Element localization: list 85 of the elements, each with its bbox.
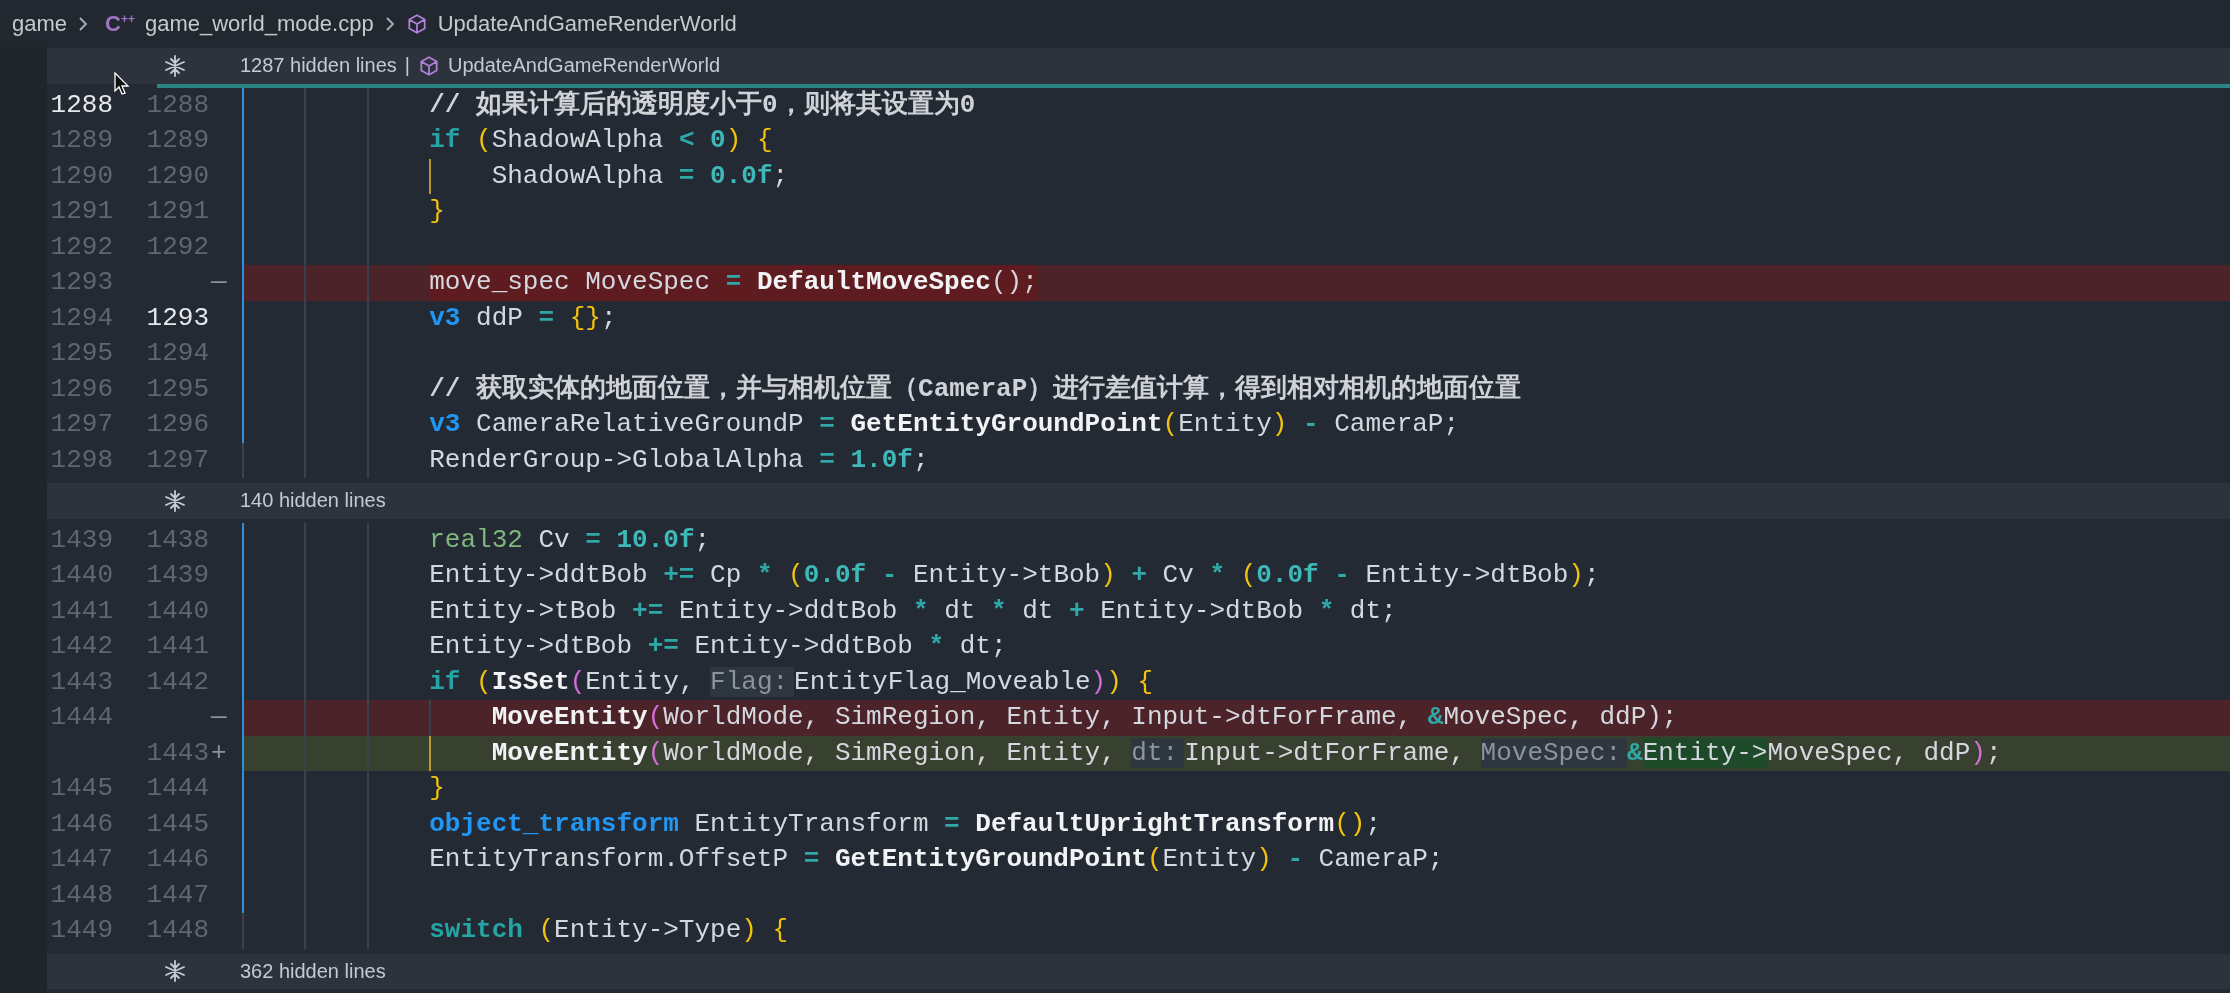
code-line: if (IsSet(Entity, Flag: EntityFlag_Moveable)) { bbox=[429, 665, 1153, 699]
line-number: 1441 bbox=[145, 630, 209, 663]
line-number: 1296 bbox=[49, 372, 113, 406]
change-marker: — bbox=[210, 701, 228, 734]
folded-region-bar[interactable]: 140 hidden lines bbox=[47, 483, 2230, 519]
line-number: 1289 bbox=[145, 124, 209, 157]
line-number: 1444 bbox=[145, 772, 209, 805]
line-number: 1439 bbox=[145, 559, 209, 592]
hidden-lines-label: 140 hidden lines bbox=[240, 489, 386, 513]
line-number: 1296 bbox=[145, 408, 209, 441]
line-number: 1289 bbox=[49, 124, 113, 157]
line-number: 1291 bbox=[145, 195, 209, 228]
line-number: 1446 bbox=[145, 843, 209, 876]
cpp-file-icon: C$^{++}$ bbox=[105, 10, 135, 37]
line-number: 1442 bbox=[49, 630, 113, 663]
code-line: MoveEntity(WorldMode, SimRegion, Entity, Input->dtForFrame, &MoveSpec, ddP); bbox=[491, 701, 1678, 734]
code-line: ShadowAlpha = 0.0f; bbox=[491, 159, 789, 193]
unfold-icon[interactable] bbox=[163, 53, 187, 78]
code-line: object_transform EntityTransform = DefaultUprightTransform(); bbox=[429, 807, 1381, 841]
separator: | bbox=[404, 54, 410, 78]
line-number: 1438 bbox=[145, 523, 209, 557]
line-number: 1294 bbox=[49, 301, 113, 335]
line-number: 1444 bbox=[49, 701, 113, 734]
line-number: 1297 bbox=[145, 443, 209, 477]
line-number: 1288 bbox=[49, 88, 113, 122]
change-marker: + bbox=[210, 736, 228, 770]
code-line: v3 CameraRelativeGroundP = GetEntityGroundPoint(Entity) - CameraP; bbox=[429, 408, 1460, 441]
code-line: EntityTransform.OffsetP = GetEntityGroundPoint(Entity) - CameraP; bbox=[429, 843, 1444, 876]
line-number: 1297 bbox=[49, 408, 113, 441]
code-line: // 获取实体的地面位置，并与相机位置（CameraP）进行差值计算，得到相对相机的地面位置 bbox=[429, 372, 1522, 406]
line-number: 1447 bbox=[49, 843, 113, 876]
line-number: 1292 bbox=[49, 230, 113, 264]
chevron-right-icon bbox=[383, 15, 396, 32]
folded-region-bar[interactable]: 362 hidden lines bbox=[47, 953, 2230, 990]
code-line: MoveEntity(WorldMode, SimRegion, Entity, dt: Input->dtForFrame, MoveSpec: &Entity->MoveSpec, ddP); bbox=[491, 736, 2002, 770]
line-number: 1440 bbox=[145, 594, 209, 628]
line-number: 1294 bbox=[145, 337, 209, 370]
line-number: 1440 bbox=[49, 559, 113, 592]
line-number: 1298 bbox=[49, 443, 113, 477]
line-number: 1445 bbox=[145, 807, 209, 841]
cube-icon bbox=[405, 12, 428, 35]
code-line: RenderGroup->GlobalAlpha = 1.0f; bbox=[429, 443, 929, 477]
breadcrumb-item[interactable]: UpdateAndGameRenderWorld bbox=[437, 10, 737, 37]
line-number: 1295 bbox=[49, 337, 113, 370]
chevron-right-icon bbox=[77, 15, 90, 32]
unfold-icon[interactable] bbox=[163, 959, 187, 984]
line-number: 1292 bbox=[145, 230, 209, 264]
line-number: 1447 bbox=[145, 878, 209, 912]
line-number: 1288 bbox=[145, 88, 209, 122]
change-marker: — bbox=[210, 266, 228, 299]
line-number: 1443 bbox=[145, 736, 209, 770]
code-line: } bbox=[429, 772, 445, 805]
line-number: 1449 bbox=[49, 914, 113, 947]
symbol-label: UpdateAndGameRenderWorld bbox=[448, 54, 720, 78]
code-line: switch (Entity->Type) { bbox=[429, 914, 789, 947]
code-line: Entity->tBob += Entity->ddtBob * dt * dt + Entity->dtBob * dt; bbox=[429, 594, 1397, 628]
line-number: 1439 bbox=[49, 523, 113, 557]
hidden-lines-label: 1287 hidden lines bbox=[240, 54, 397, 78]
code-line: // 如果计算后的透明度小于0，则将其设置为0 bbox=[429, 88, 976, 122]
line-number: 1445 bbox=[49, 772, 113, 805]
line-number: 1441 bbox=[49, 594, 113, 628]
unfold-icon[interactable] bbox=[163, 488, 187, 513]
line-number: 1448 bbox=[145, 914, 209, 947]
line-number: 1295 bbox=[145, 372, 209, 406]
line-number: 1443 bbox=[49, 665, 113, 699]
mouse-pointer-icon bbox=[114, 72, 130, 96]
line-number: 1442 bbox=[145, 665, 209, 699]
hidden-lines-label: 362 hidden lines bbox=[240, 959, 386, 983]
code-line: if (ShadowAlpha < 0) { bbox=[429, 124, 773, 157]
folded-region-bar[interactable]: 1287 hidden lines | UpdateAndGameRenderWorld bbox=[47, 48, 2230, 84]
code-line: Entity->dtBob += Entity->ddtBob * dt; bbox=[429, 630, 1007, 663]
code-line: } bbox=[429, 195, 445, 228]
line-number: 1291 bbox=[49, 195, 113, 228]
line-number: 1290 bbox=[49, 159, 113, 193]
breadcrumb-item[interactable]: game_world_mode.cpp bbox=[144, 10, 374, 37]
line-number: 1290 bbox=[145, 159, 209, 193]
cube-icon bbox=[418, 54, 440, 77]
line-number: 1293 bbox=[49, 266, 113, 299]
code-line: real32 Cv = 10.0f; bbox=[429, 523, 711, 557]
line-number: 1293 bbox=[145, 301, 209, 335]
line-number: 1446 bbox=[49, 807, 113, 841]
code-line: v3 ddP = {}; bbox=[429, 301, 617, 335]
code-line: Entity->ddtBob += Cp * (0.0f - Entity->tBob) + Cv * (0.0f - Entity->dtBob); bbox=[429, 559, 1600, 592]
breadcrumb-item[interactable]: game bbox=[12, 10, 68, 37]
line-number: 1448 bbox=[49, 878, 113, 912]
